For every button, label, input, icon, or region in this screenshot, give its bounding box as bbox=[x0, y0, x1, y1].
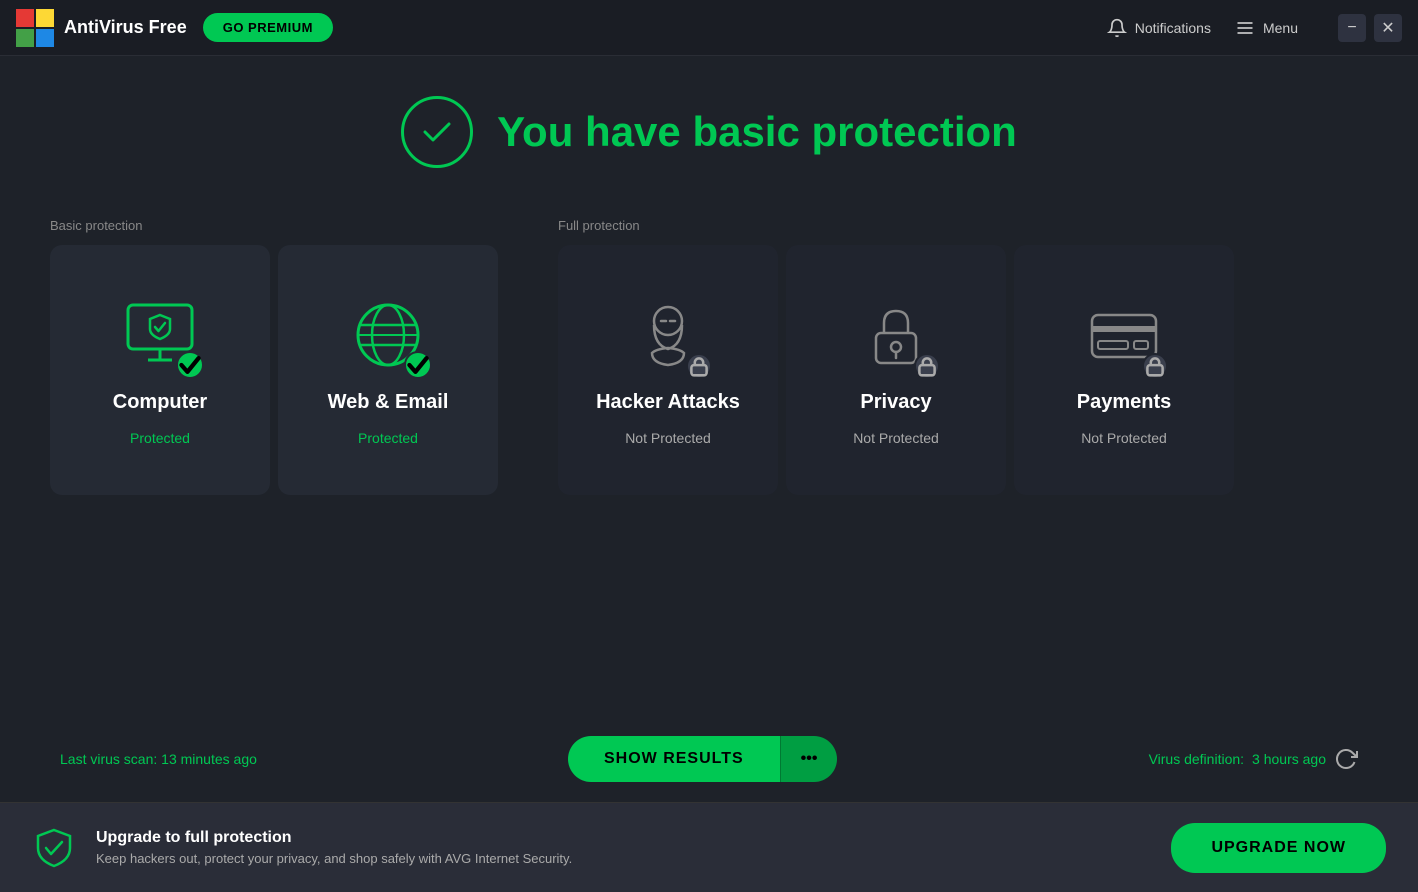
bottom-bar: Last virus scan: 13 minutes ago SHOW RES… bbox=[50, 736, 1368, 782]
lock-icon bbox=[688, 326, 710, 406]
titlebar-right: Notifications Menu − ✕ bbox=[1107, 14, 1402, 42]
app-logo: AntiVirus Free bbox=[16, 9, 203, 47]
lock-icon bbox=[916, 326, 938, 406]
scan-info: Last virus scan: 13 minutes ago bbox=[60, 751, 257, 767]
check-icon bbox=[406, 325, 430, 405]
privacy-lock-badge bbox=[914, 353, 940, 379]
titlebar: AntiVirus Free GO PREMIUM Notifications … bbox=[0, 0, 1418, 56]
status-text-start: You have bbox=[497, 108, 692, 155]
web-email-check-badge bbox=[404, 351, 432, 379]
notifications-button[interactable]: Notifications bbox=[1107, 18, 1211, 38]
full-protection-label: Full protection bbox=[558, 218, 1234, 233]
main-content: You have basic protection Basic protecti… bbox=[0, 56, 1418, 802]
full-cards-row: Hacker Attacks Not Protected bbox=[558, 245, 1234, 495]
payments-lock-badge bbox=[1142, 353, 1168, 379]
checkmark-icon bbox=[419, 114, 455, 150]
minimize-button[interactable]: − bbox=[1338, 14, 1366, 42]
last-scan-time: 13 minutes ago bbox=[161, 751, 257, 767]
bell-icon bbox=[1107, 18, 1127, 38]
go-premium-button[interactable]: GO PREMIUM bbox=[203, 13, 333, 42]
hacker-attacks-card[interactable]: Hacker Attacks Not Protected bbox=[558, 245, 778, 495]
hacker-attacks-card-status: Not Protected bbox=[625, 430, 711, 446]
cards-section: Basic protection bbox=[50, 218, 1368, 495]
web-email-card[interactable]: Web & Email Protected bbox=[278, 245, 498, 495]
status-circle bbox=[401, 96, 473, 168]
web-email-icon-wrap bbox=[348, 295, 428, 375]
computer-card-status: Protected bbox=[130, 430, 190, 446]
web-email-card-status: Protected bbox=[358, 430, 418, 446]
privacy-card-status: Not Protected bbox=[853, 430, 939, 446]
basic-protection-group: Basic protection bbox=[50, 218, 498, 495]
menu-button[interactable]: Menu bbox=[1235, 18, 1298, 38]
notifications-label: Notifications bbox=[1135, 20, 1211, 36]
privacy-card[interactable]: Privacy Not Protected bbox=[786, 245, 1006, 495]
status-text-highlight: basic protection bbox=[692, 108, 1016, 155]
hacker-attacks-card-title: Hacker Attacks bbox=[596, 391, 740, 414]
scan-actions: SHOW RESULTS ••• bbox=[568, 736, 838, 782]
upgrade-title: Upgrade to full protection bbox=[96, 829, 1151, 847]
virus-def-time: 3 hours ago bbox=[1252, 751, 1326, 767]
lock-icon bbox=[1144, 326, 1166, 406]
avg-logo-icon bbox=[16, 9, 54, 47]
window-controls: − ✕ bbox=[1338, 14, 1402, 42]
app-name: AntiVirus Free bbox=[64, 17, 187, 38]
upgrade-shield-icon bbox=[32, 826, 76, 870]
close-button[interactable]: ✕ bbox=[1374, 14, 1402, 42]
upgrade-banner: Upgrade to full protection Keep hackers … bbox=[0, 802, 1418, 892]
hacker-attacks-icon-wrap bbox=[628, 295, 708, 375]
upgrade-text: Upgrade to full protection Keep hackers … bbox=[96, 829, 1151, 866]
status-header: You have basic protection bbox=[401, 96, 1017, 168]
computer-card[interactable]: Computer Protected bbox=[50, 245, 270, 495]
virus-definition: Virus definition: 3 hours ago bbox=[1149, 747, 1358, 771]
full-protection-group: Full protection bbox=[558, 218, 1234, 495]
more-options-button[interactable]: ••• bbox=[780, 736, 838, 782]
upgrade-subtitle: Keep hackers out, protect your privacy, … bbox=[96, 851, 1151, 866]
status-text: You have basic protection bbox=[497, 108, 1017, 156]
web-email-card-title: Web & Email bbox=[328, 391, 449, 414]
hacker-attacks-lock-badge bbox=[686, 353, 712, 379]
menu-label: Menu bbox=[1263, 20, 1298, 36]
refresh-icon[interactable] bbox=[1334, 747, 1358, 771]
computer-check-badge bbox=[176, 351, 204, 379]
computer-icon-wrap bbox=[120, 295, 200, 375]
privacy-icon-wrap bbox=[856, 295, 936, 375]
basic-protection-label: Basic protection bbox=[50, 218, 498, 233]
check-icon bbox=[178, 325, 202, 405]
basic-cards-row: Computer Protected bbox=[50, 245, 498, 495]
payments-card[interactable]: Payments Not Protected bbox=[1014, 245, 1234, 495]
payments-icon-wrap bbox=[1084, 295, 1164, 375]
virus-def-label: Virus definition: bbox=[1149, 751, 1244, 767]
show-results-button[interactable]: SHOW RESULTS bbox=[568, 736, 780, 782]
menu-icon bbox=[1235, 18, 1255, 38]
last-scan-label: Last virus scan: bbox=[60, 751, 161, 767]
upgrade-now-button[interactable]: UPGRADE NOW bbox=[1171, 823, 1386, 873]
payments-card-status: Not Protected bbox=[1081, 430, 1167, 446]
